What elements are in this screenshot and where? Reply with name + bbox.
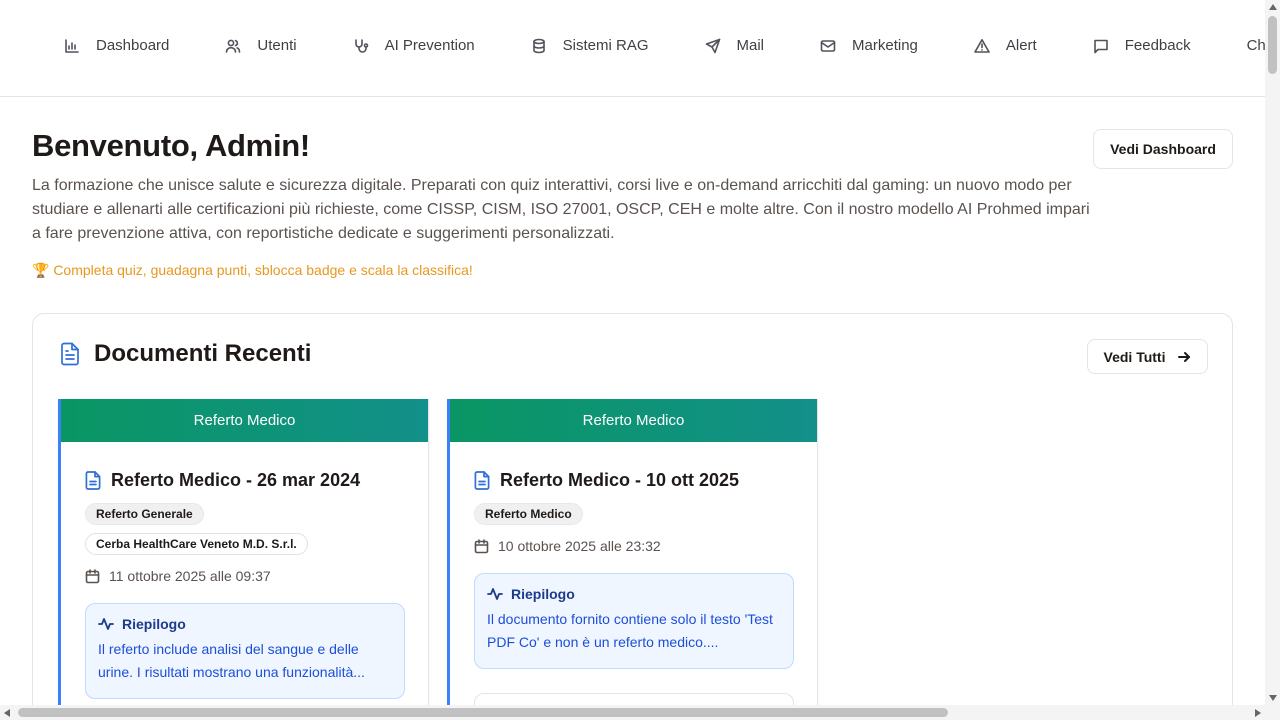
nav-item-feedback[interactable]: Feedback xyxy=(1093,37,1191,54)
document-title: Referto Medico - 10 ott 2025 xyxy=(474,470,739,491)
mail-icon xyxy=(820,39,836,52)
document-summary: Riepilogo Il referto include analisi del… xyxy=(85,603,405,699)
nav-item-mail[interactable]: Mail xyxy=(705,37,765,54)
nav-item-utenti[interactable]: Utenti xyxy=(225,37,297,54)
scroll-right-icon[interactable] xyxy=(1255,709,1261,717)
scroll-left-icon[interactable] xyxy=(4,709,10,717)
summary-header: Riepilogo xyxy=(487,586,781,602)
document-provider-tag: Cerba HealthCare Veneto M.D. S.r.l. xyxy=(85,533,308,555)
summary-label: Riepilogo xyxy=(511,586,575,602)
document-date: 11 ottobre 2025 alle 09:37 xyxy=(85,568,271,584)
calendar-icon xyxy=(85,568,100,583)
document-type-tag: Referto Generale xyxy=(85,503,204,525)
nav-label: Mail xyxy=(736,37,765,54)
file-text-icon xyxy=(85,471,101,490)
document-type-tag: Referto Medico xyxy=(474,503,583,525)
nav-item-ai-prevention[interactable]: AI Prevention xyxy=(353,37,475,54)
top-navigation: Dashboard Utenti AI Prevention Sistemi R… xyxy=(0,0,1265,97)
nav-item-alert[interactable]: Alert xyxy=(974,37,1037,54)
document-title: Referto Medico - 26 mar 2024 xyxy=(85,470,360,491)
document-title-label: Referto Medico - 26 mar 2024 xyxy=(111,470,361,490)
users-icon xyxy=(226,39,241,53)
nav-item-dashboard[interactable]: Dashboard xyxy=(64,37,169,54)
view-all-label: Vedi Tutti xyxy=(1103,348,1166,365)
vertical-scrollbar[interactable] xyxy=(1265,0,1280,705)
nav-label: Feedback xyxy=(1124,37,1191,54)
section-title-label: Documenti Recenti xyxy=(94,340,312,367)
activity-icon xyxy=(487,588,503,600)
nav-label: AI Prevention xyxy=(384,37,475,54)
document-summary: Riepilogo Il documento fornito contiene … xyxy=(474,573,794,669)
scroll-down-icon[interactable] xyxy=(1269,695,1277,701)
summary-text: Il documento fornito contiene solo il te… xyxy=(487,611,773,650)
alert-triangle-icon xyxy=(974,38,990,53)
section-title: Documenti Recenti xyxy=(60,340,311,368)
nav-item-marketing[interactable]: Marketing xyxy=(820,37,918,54)
nav-label: Utenti xyxy=(257,37,297,54)
activity-icon xyxy=(98,618,114,630)
stethoscope-icon xyxy=(354,38,368,53)
view-all-button[interactable]: Vedi Tutti xyxy=(1087,339,1208,374)
view-dashboard-button[interactable]: Vedi Dashboard xyxy=(1093,129,1233,169)
nav-label: Marketing xyxy=(852,37,918,54)
nav-label: Alert xyxy=(1005,37,1037,54)
summary-text: Il referto include analisi del sangue e … xyxy=(98,641,365,680)
gamification-cta: 🏆 Completa quiz, guadagna punti, sblocca… xyxy=(32,262,473,278)
document-title-label: Referto Medico - 10 ott 2025 xyxy=(500,470,740,490)
summary-header: Riepilogo xyxy=(98,616,392,632)
bar-chart-icon xyxy=(65,38,79,53)
welcome-description: La formazione che unisce salute e sicure… xyxy=(32,177,1090,242)
nav-list: Dashboard Utenti AI Prevention Sistemi R… xyxy=(64,37,1265,54)
database-icon xyxy=(532,38,545,53)
nav-item-sistemi-rag[interactable]: Sistemi RAG xyxy=(531,37,649,54)
nav-label: Sistemi RAG xyxy=(562,37,649,54)
message-square-icon xyxy=(1093,39,1108,53)
document-date-label: 10 ottobre 2025 alle 23:32 xyxy=(498,538,661,554)
send-icon xyxy=(705,38,720,53)
nav-label: Dashboard xyxy=(96,37,170,54)
document-card-header: Referto Medico xyxy=(61,399,428,442)
file-text-icon xyxy=(474,471,490,490)
file-text-icon xyxy=(61,342,79,366)
calendar-icon xyxy=(474,538,489,553)
document-date-label: 11 ottobre 2025 alle 09:37 xyxy=(109,568,271,584)
horizontal-scrollbar[interactable] xyxy=(0,705,1265,720)
document-card-header: Referto Medico xyxy=(450,399,817,442)
scroll-up-icon[interactable] xyxy=(1269,4,1277,10)
arrow-right-icon xyxy=(1178,351,1191,362)
horizontal-scroll-thumb[interactable] xyxy=(18,708,948,717)
document-card[interactable]: Referto Medico Referto Medico - 10 ott 2… xyxy=(447,399,818,719)
vertical-scroll-thumb[interactable] xyxy=(1268,16,1277,74)
scrollbar-corner xyxy=(1265,705,1280,720)
document-date: 10 ottobre 2025 alle 23:32 xyxy=(474,538,661,554)
page-title: Benvenuto, Admin! xyxy=(32,128,310,163)
document-card[interactable]: Referto Medico Referto Medico - 26 mar 2… xyxy=(58,399,429,719)
summary-label: Riepilogo xyxy=(122,616,186,632)
nav-label: Chi xyxy=(1246,37,1265,54)
nav-item-chi[interactable]: Chi xyxy=(1247,37,1265,54)
